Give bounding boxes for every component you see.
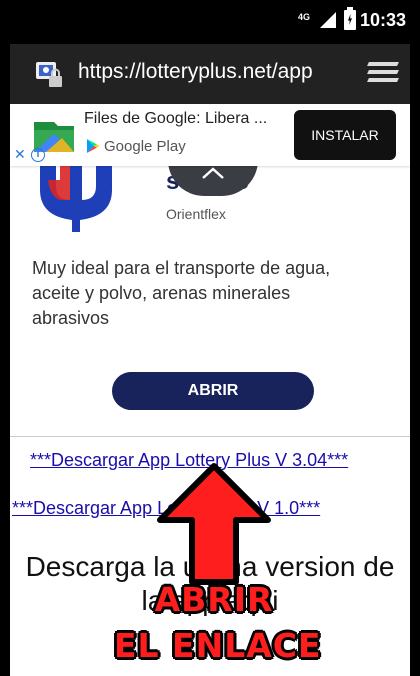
ad-banner[interactable]: Files de Google: Libera ... Google Play … <box>10 104 410 166</box>
url-field[interactable]: https://lotteryplus.net/app <box>78 60 313 84</box>
ad-info-icon[interactable]: i <box>31 148 45 162</box>
signal-icon <box>320 12 336 28</box>
annotation-overlay: ABRIR EL ENLACE <box>114 462 322 676</box>
ad-card: s n pvc Orientflex Muy ideal para el tra… <box>10 160 410 436</box>
divider <box>10 436 410 437</box>
overlay-text-1: ABRIR <box>154 580 274 619</box>
network-type: 4G <box>297 12 310 22</box>
install-button[interactable]: INSTALAR <box>294 110 396 160</box>
arrow-up-icon <box>157 463 271 585</box>
overlay-text-2: EL ENLACE <box>114 626 322 665</box>
ad-description: Muy ideal para el transporte de agua, ac… <box>32 258 331 328</box>
status-bar: 4G 10:33 <box>0 0 420 44</box>
chevron-up-icon <box>202 167 224 179</box>
ad-title: Files de Google: Libera ... <box>84 110 268 127</box>
battery-charging-icon <box>344 7 356 30</box>
open-button[interactable]: ABRIR <box>112 372 314 410</box>
company-name: Orientflex <box>166 206 226 222</box>
browser-toolbar: https://lotteryplus.net/app <box>10 44 410 104</box>
ad-close-icon[interactable]: ✕ <box>14 146 26 163</box>
site-lock-icon <box>36 62 62 87</box>
clock: 10:33 <box>359 10 406 30</box>
store-name: Google Play <box>104 138 186 155</box>
google-play-icon <box>87 139 100 153</box>
brand-logo <box>40 166 112 232</box>
menu-icon[interactable] <box>367 62 399 86</box>
